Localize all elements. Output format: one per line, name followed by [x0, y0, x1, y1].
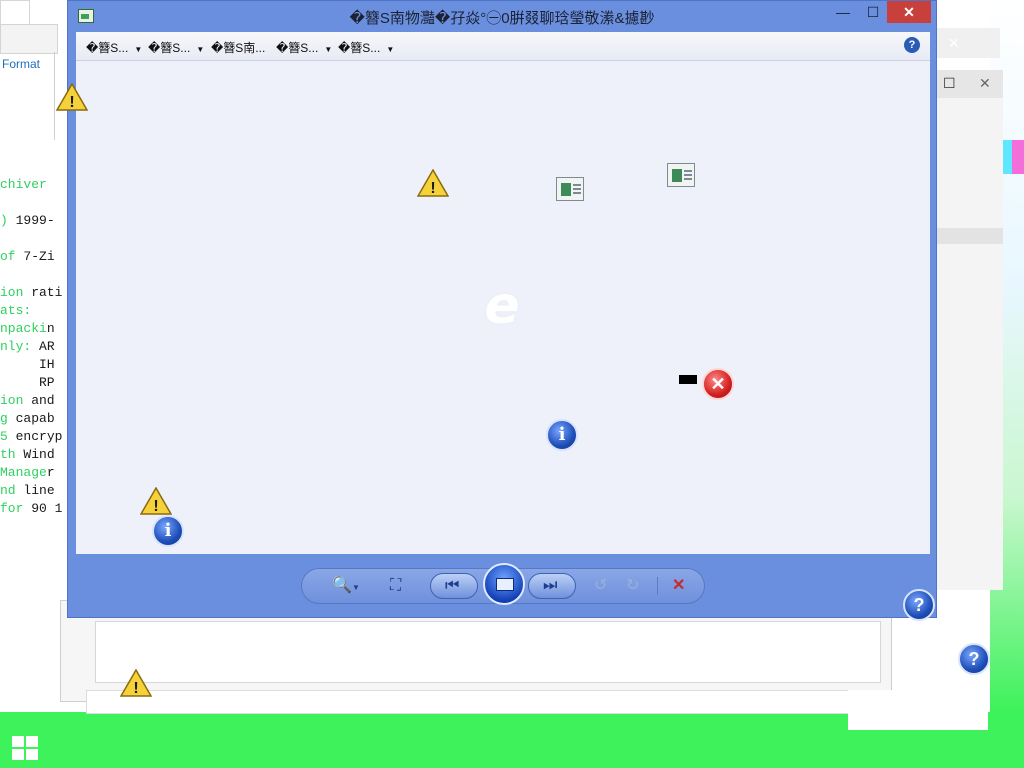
slideshow-icon [496, 578, 514, 591]
warning-icon: ! [56, 83, 88, 111]
console-line: RP [0, 375, 55, 390]
help-icon[interactable]: ? [958, 643, 990, 675]
system-information-icon [667, 163, 695, 187]
console-line: of 7-Zi [0, 249, 55, 264]
console-line: ion and [0, 393, 55, 408]
svg-text:!: ! [133, 680, 138, 697]
background-window-titlebar-right: ✕ [930, 28, 1000, 58]
close-button[interactable]: ✕ [887, 1, 931, 23]
info-icon: i [546, 419, 578, 451]
console-line: ion rati [0, 285, 62, 300]
dropdown-arrow-icon: ▼ [134, 45, 143, 54]
console-line: for 90 1 [0, 501, 62, 516]
console-line: ats: [0, 303, 32, 318]
warning-icon: ! [417, 169, 449, 197]
background-close-button[interactable]: ✕ [979, 75, 991, 92]
console-line: chiver [0, 177, 47, 192]
system-information-icon [556, 177, 584, 201]
background-maximize-button[interactable]: ☐ [943, 75, 956, 92]
console-line: th Wind [0, 447, 55, 462]
warning-icon: ! [140, 487, 172, 515]
dropdown-arrow-icon: ▼ [386, 45, 395, 54]
title-bar: �簪S南物灩�孖焱°㊀0腁叕聊琀瑩敬潫&攄尠 — ☐ ✕ [68, 1, 936, 31]
delete-icon[interactable]: ✕ [672, 577, 685, 595]
background-window-titlebar [931, 70, 1003, 98]
console-line: g capab [0, 411, 55, 426]
rotate-right-icon[interactable]: ↻ [626, 577, 639, 595]
minimize-button[interactable]: — [828, 1, 858, 23]
help-icon[interactable]: ? [903, 589, 935, 621]
background-close-button[interactable]: ✕ [948, 35, 960, 52]
background-window-titlebar [0, 24, 58, 54]
console-line: Manager [0, 465, 55, 480]
dropdown-arrow-icon: ▼ [196, 45, 205, 54]
toolbar-menu-3[interactable]: �簪S南... [211, 39, 265, 56]
toolbar-menu-4[interactable]: �簪S... ▼ [276, 39, 332, 56]
toolbar-menu-5[interactable]: �簪S... ▼ [338, 39, 394, 56]
next-button[interactable]: ⏭ [528, 573, 576, 599]
help-icon[interactable]: ? [904, 37, 920, 53]
maximize-button[interactable]: ☐ [858, 1, 888, 23]
console-line: 5 encryp [0, 429, 62, 444]
console-line: ) 1999- [0, 213, 55, 228]
format-menu-item[interactable]: Format [2, 57, 40, 71]
console-line: nly: AR [0, 339, 55, 354]
toolbar-menu-2[interactable]: �簪S... ▼ [148, 39, 204, 56]
background-window-right: ☐ ✕ [930, 70, 1003, 590]
background-window-corner [0, 0, 30, 26]
separator [657, 577, 658, 595]
fit-to-window-icon[interactable]: ⛶ [390, 577, 401, 595]
dropdown-arrow-icon: ▼ [324, 45, 333, 54]
background-window-bar [931, 228, 1003, 244]
background-dialog-panel [95, 621, 881, 683]
console-text-area: chiver ) 1999- of 7-Zi ion rati ats: npa… [0, 140, 62, 552]
zoom-icon[interactable]: 🔍 [332, 577, 352, 595]
console-line: nd line [0, 483, 55, 498]
divider [54, 52, 55, 142]
next-icon: ⏭ [543, 577, 558, 594]
slideshow-button[interactable] [483, 563, 525, 605]
previous-button[interactable]: ⏮ [430, 573, 478, 599]
navigation-control-bar: 🔍 ▼ ⛶ ⏮ ⏭ ↺ ↻ ✕ [301, 563, 705, 605]
svg-text:!: ! [430, 180, 435, 197]
rotate-left-icon[interactable]: ↺ [594, 577, 607, 595]
warning-icon: ! [120, 669, 152, 697]
internet-explorer-icon: e [484, 276, 520, 336]
windows-start-icon[interactable] [12, 736, 38, 760]
console-line: npackin [0, 321, 55, 336]
zoom-dropdown-arrow-icon[interactable]: ▼ [352, 579, 360, 597]
svg-text:!: ! [153, 498, 158, 515]
desktop-artifact [1012, 140, 1024, 174]
background-dialog-strip [848, 690, 988, 730]
info-icon: i [152, 515, 184, 547]
menu-toolbar: �簪S... ▼ �簪S... ▼ �簪S南... �簪S... ▼ �簪S... ▼ … [76, 32, 930, 61]
window-title: �簪S南物灩�孖焱°㊀0腁叕聊琀瑩敬潫&攄尠 [349, 10, 655, 27]
background-dialog-strip [86, 690, 888, 714]
error-icon: ✕ [702, 368, 734, 400]
console-line: IH [0, 357, 55, 372]
toolbar-menu-1[interactable]: �簪S... ▼ [86, 39, 142, 56]
previous-icon: ⏮ [445, 577, 460, 594]
black-artifact [679, 375, 697, 384]
svg-text:!: ! [69, 94, 74, 111]
